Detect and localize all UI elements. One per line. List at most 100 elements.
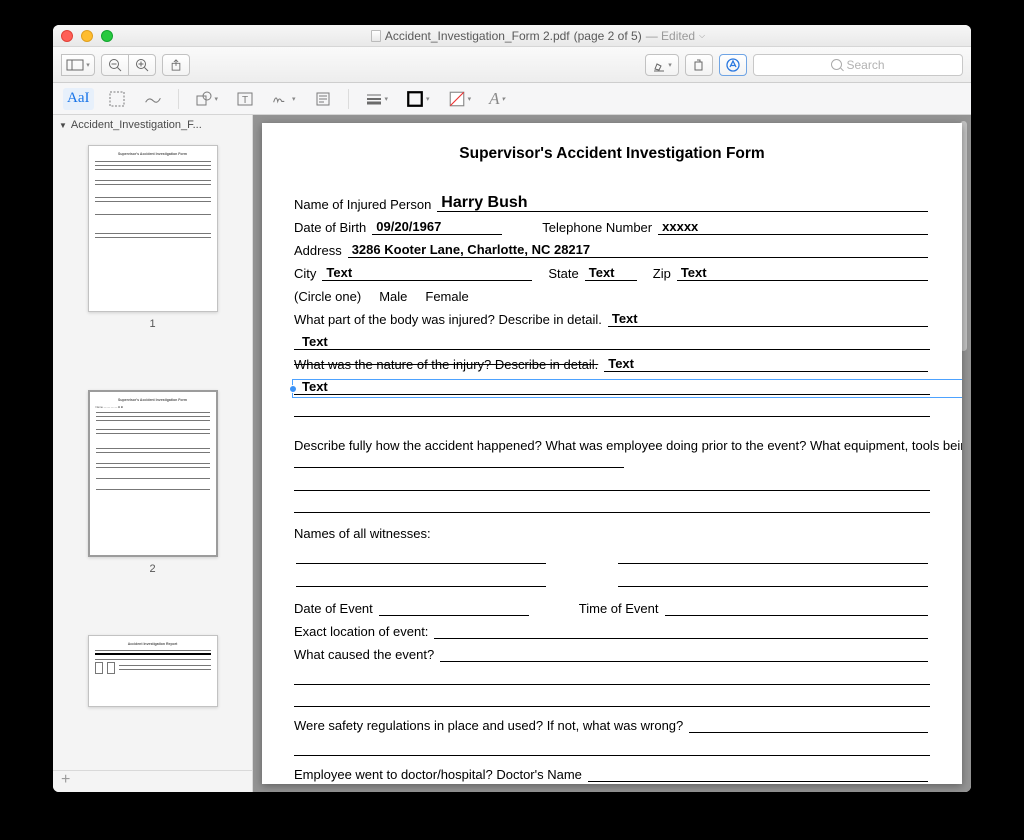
option-female[interactable]: Female [425,289,468,304]
font-button[interactable]: A▾ [485,88,509,110]
field-body[interactable]: Text [608,312,928,327]
pdf-file-icon [371,30,381,42]
minimize-icon[interactable] [81,30,93,42]
blank-line[interactable] [294,692,930,707]
border-color-button[interactable]: ▾ [402,88,434,110]
rotate-button[interactable] [685,54,713,76]
field-witness1a[interactable] [296,549,546,564]
label-loc: Exact location of event: [294,624,428,639]
outline-row[interactable]: ▼ Accident_Investigation_F... [53,115,252,135]
markup-button[interactable] [719,54,747,76]
content-area: ▼ Accident_Investigation_F... Supervisor'… [53,115,971,792]
label-describe: Describe fully how the accident happened… [294,438,962,453]
field-witness2b[interactable] [618,572,928,587]
field-zip[interactable]: Text [677,266,928,281]
thumbnail-page-1[interactable]: Supervisor's Accident Investigation Form [88,145,218,312]
add-page-button[interactable]: + [53,770,252,792]
label-circle: (Circle one) [294,289,361,304]
search-icon [831,59,842,70]
label-addr: Address [294,243,342,258]
field-nature[interactable]: Text [604,357,928,372]
label-nature: What was the nature of the injury? Descr… [294,357,598,372]
field-timeev[interactable] [665,601,929,616]
field-state[interactable]: Text [585,266,637,281]
title-edited: — Edited [646,29,695,43]
field-dateev[interactable] [379,601,529,616]
label-body: What part of the body was injured? Descr… [294,312,602,327]
thumbnail-2-label: 2 [53,563,252,575]
label-city: City [294,266,316,281]
field-name[interactable]: Harry Bush [437,197,928,212]
window-title: Accident_Investigation_Form 2.pdf (page … [113,29,963,43]
highlight-button[interactable]: ▾ [645,54,679,76]
text-box-button[interactable]: T [232,88,258,110]
select-tool-button[interactable] [104,88,130,110]
field-cause[interactable] [440,647,928,662]
field-doctor[interactable] [588,767,928,782]
field-city[interactable]: Text [322,266,532,281]
sign-button[interactable]: ▾ [268,88,300,110]
outline-label: Accident_Investigation_F... [71,119,202,131]
chevron-down-icon[interactable]: ⌵ [699,31,705,41]
border-style-button[interactable]: ▾ [361,88,393,110]
blank-line[interactable] [294,741,930,756]
thumbnail-page-2[interactable]: Supervisor's Accident Investigation Form… [88,390,218,557]
label-tel: Telephone Number [542,220,652,235]
title-filename: Accident_Investigation_Form 2.pdf [385,29,570,43]
field-safety[interactable] [689,718,928,733]
zoom-out-button[interactable] [101,54,129,76]
sidebar-toggle-button[interactable]: ▾ [61,54,95,76]
value-zip: Text [681,265,707,280]
pdf-page[interactable]: Supervisor's Accident Investigation Form… [262,123,962,784]
zoom-icon[interactable] [101,30,113,42]
field-witness1b[interactable] [618,549,928,564]
zoom-in-button[interactable] [128,54,156,76]
field-dob[interactable]: 09/20/1967 [372,220,502,235]
markup-toolbar: AaI ▾ T ▾ ▾ ▾ ▾ A▾ [53,83,971,115]
sketch-tool-button[interactable] [140,88,166,110]
value-dob: 09/20/1967 [376,219,441,234]
text-selection-box[interactable] [292,379,962,398]
shapes-button[interactable]: ▾ [191,88,223,110]
blank-line[interactable] [294,402,930,417]
field-nature-line2[interactable]: Text [294,380,930,395]
blank-line[interactable] [294,476,930,491]
title-page-info: (page 2 of 5) [574,29,642,43]
titlebar[interactable]: Accident_Investigation_Form 2.pdf (page … [53,25,971,47]
traffic-lights [61,30,113,42]
label-timeev: Time of Event [579,601,659,616]
text-style-button[interactable]: AaI [63,88,94,110]
field-loc[interactable] [434,624,928,639]
thumbnail-page-3[interactable]: Accident Investigation Report [88,635,218,707]
field-witness2a[interactable] [296,572,546,587]
view-segment: ▾ [61,54,95,76]
option-male[interactable]: Male [379,289,407,304]
document-viewport[interactable]: Supervisor's Accident Investigation Form… [253,115,971,792]
field-tel[interactable]: xxxxx [658,220,928,235]
value-city: Text [326,265,352,280]
label-cause: What caused the event? [294,647,434,662]
share-button[interactable] [162,54,190,76]
disclosure-triangle-icon[interactable]: ▼ [59,121,67,130]
main-toolbar: ▾ ▾ Search [53,47,971,83]
fill-color-button[interactable]: ▾ [444,88,476,110]
note-button[interactable] [310,88,336,110]
close-icon[interactable] [61,30,73,42]
svg-text:T: T [242,95,248,106]
value-body: Text [612,311,638,326]
thumbnail-list[interactable]: Supervisor's Accident Investigation Form… [53,135,252,770]
label-safety: Were safety regulations in place and use… [294,718,683,733]
value-body2: Text [302,334,328,349]
blank-line[interactable] [294,498,930,513]
search-input[interactable]: Search [753,54,963,76]
label-witnesses: Names of all witnesses: [294,526,431,541]
label-dateev: Date of Event [294,601,373,616]
selection-handle-left[interactable] [289,385,297,393]
field-addr[interactable]: 3286 Kooter Lane, Charlotte, NC 28217 [348,243,928,258]
blank-line[interactable] [294,670,930,685]
label-zip: Zip [653,266,671,281]
value-addr: 3286 Kooter Lane, Charlotte, NC 28217 [352,242,590,257]
field-body-line2[interactable]: Text [294,335,930,350]
label-dob: Date of Birth [294,220,366,235]
field-describe[interactable] [294,456,624,468]
